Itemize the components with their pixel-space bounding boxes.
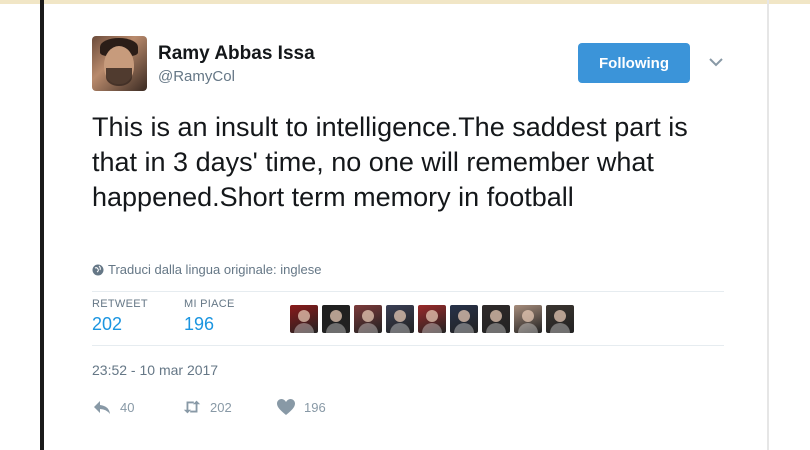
retweet-count[interactable]: 202 xyxy=(92,314,148,335)
likes-count[interactable]: 196 xyxy=(184,314,235,335)
liker-silhouette xyxy=(554,310,566,322)
liker-silhouette xyxy=(490,310,502,322)
liker-avatar-5[interactable] xyxy=(418,305,446,333)
liker-avatar-1[interactable] xyxy=(290,305,318,333)
divider xyxy=(92,291,724,292)
tweet-text: This is an insult to intelligence.The sa… xyxy=(92,112,688,212)
liker-avatar-8[interactable] xyxy=(514,305,542,333)
liker-avatar-3[interactable] xyxy=(354,305,382,333)
liker-avatar-6[interactable] xyxy=(450,305,478,333)
translate-label: Traduci dalla lingua originale: inglese xyxy=(108,262,322,277)
liker-body xyxy=(326,323,346,333)
liker-avatar-4[interactable] xyxy=(386,305,414,333)
reply-button[interactable]: 40 xyxy=(92,398,134,416)
liker-silhouette xyxy=(522,310,534,322)
window-edge xyxy=(767,0,769,450)
author-name[interactable]: Ramy Abbas Issa xyxy=(158,43,315,65)
liker-body xyxy=(390,323,410,333)
liker-silhouette xyxy=(426,310,438,322)
liker-body xyxy=(422,323,442,333)
liker-body xyxy=(486,323,506,333)
liker-body xyxy=(550,323,570,333)
globe-icon xyxy=(92,264,104,275)
top-strip xyxy=(0,0,810,4)
retweet-stat[interactable]: RETWEET 202 xyxy=(92,298,148,335)
reply-icon xyxy=(94,401,110,414)
like-button[interactable]: 196 xyxy=(276,398,326,416)
liker-body xyxy=(294,323,314,333)
reply-count: 40 xyxy=(120,399,135,415)
liker-avatar-9[interactable] xyxy=(546,305,574,333)
likes-stat[interactable]: MI PIACE 196 xyxy=(184,298,235,335)
liker-silhouette xyxy=(394,310,406,322)
author-avatar[interactable] xyxy=(92,36,147,91)
liker-silhouette xyxy=(362,310,374,322)
retweet-button[interactable]: 202 xyxy=(182,398,232,416)
author-handle[interactable]: @RamyCol xyxy=(158,68,235,85)
liker-silhouette xyxy=(458,310,470,322)
retweet-action-count: 202 xyxy=(210,399,232,415)
divider xyxy=(92,345,724,346)
translate-link[interactable]: Traduci dalla lingua originale: inglese xyxy=(92,262,321,277)
liker-body xyxy=(518,323,538,333)
heart-icon xyxy=(277,399,295,415)
following-button[interactable]: Following xyxy=(578,43,690,83)
retweet-icon xyxy=(183,400,201,414)
liker-body xyxy=(358,323,378,333)
likes-label: MI PIACE xyxy=(184,298,235,310)
window-edge xyxy=(40,0,44,450)
chevron-down-icon[interactable] xyxy=(708,55,724,69)
likers-avatars xyxy=(290,305,574,333)
liker-avatar-7[interactable] xyxy=(482,305,510,333)
liker-avatar-2[interactable] xyxy=(322,305,350,333)
liker-silhouette xyxy=(330,310,342,322)
avatar-beard xyxy=(106,68,132,86)
liker-silhouette xyxy=(298,310,310,322)
like-count: 196 xyxy=(304,399,326,415)
timestamp[interactable]: 23:52 - 10 mar 2017 xyxy=(92,362,218,378)
liker-body xyxy=(454,323,474,333)
retweet-label: RETWEET xyxy=(92,298,148,310)
